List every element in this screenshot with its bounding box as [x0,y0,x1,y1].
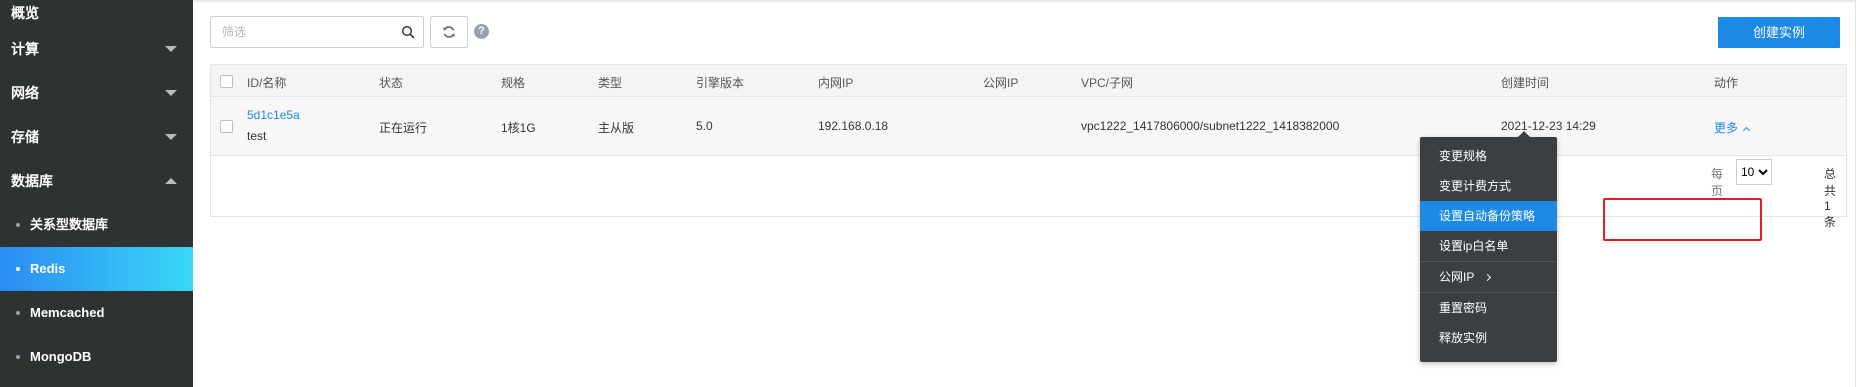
menu-item-change-spec[interactable]: 变更规格 [1420,141,1557,171]
instance-engine: 5.0 [696,119,713,133]
instance-private-ip: 192.168.0.18 [818,119,889,133]
menu-item-release-instance[interactable]: 释放实例 [1420,323,1557,353]
per-page-label: 每页 [1710,167,1723,198]
sidebar-item-storage[interactable]: 存储 [0,115,193,159]
header-spec: 规格 [501,76,526,90]
create-instance-button[interactable]: 创建实例 [1718,17,1840,48]
bullet-icon [16,267,20,271]
action-menu: 变更规格 变更计费方式 设置自动备份策略 设置ip白名单 公网IP 重置密码 释… [1420,131,1557,362]
sidebar-item-label: 概览 [11,5,39,21]
sidebar-item-database[interactable]: 数据库 [0,159,193,203]
sidebar: 概览 计算 网络 存储 数据库 关系型数据库 Redis Memcached M… [0,0,193,387]
more-actions-button[interactable]: 更多 [1714,119,1751,136]
sidebar-subitem-redis[interactable]: Redis [0,247,193,291]
sidebar-item-label: 网络 [11,85,39,101]
more-actions-label: 更多 [1714,121,1739,135]
menu-item-ip-whitelist[interactable]: 设置ip白名单 [1420,231,1557,261]
header-type: 类型 [598,76,623,90]
instance-status: 正在运行 [379,121,428,135]
sidebar-subitem-label: 关系型数据库 [30,217,109,232]
chevron-up-icon [165,178,177,184]
sidebar-subitem-label: MongoDB [30,349,92,364]
instance-table: ID/名称 状态 规格 类型 引擎版本 内网IP 公网IP VPC/子网 创建时… [210,64,1847,229]
sidebar-subitem-memcached[interactable]: Memcached [0,291,193,335]
help-icon[interactable]: ? [474,24,489,39]
header-engine: 引擎版本 [696,76,745,90]
sidebar-subitem-label: Memcached [30,305,105,320]
sidebar-subitem-relational-db[interactable]: 关系型数据库 [0,203,193,247]
refresh-icon [443,26,455,38]
sidebar-item-overview[interactable]: 概览 [0,0,193,27]
header-actions: 动作 [1714,76,1739,90]
instance-vpc: vpc1222_1417806000/subnet1222_1418382000 [1081,119,1340,133]
filter-input[interactable] [211,17,391,47]
bullet-icon [16,223,20,227]
sidebar-item-label: 计算 [11,41,39,57]
row-checkbox[interactable] [220,120,233,133]
instance-created: 2021-12-23 14:29 [1501,119,1596,133]
header-id: ID/名称 [247,76,287,90]
menu-item-reset-password[interactable]: 重置密码 [1420,293,1557,323]
sidebar-item-label: 数据库 [11,173,53,189]
refresh-button[interactable] [430,16,468,48]
menu-item-auto-backup-policy[interactable]: 设置自动备份策略 [1420,201,1557,231]
sidebar-subitem-label: Redis [30,261,66,276]
main-content: ? 创建实例 ID/名称 状态 规格 类型 引擎版本 内网IP 公网IP VPC… [193,0,1856,387]
select-all-checkbox[interactable] [220,75,233,88]
header-public-ip: 公网IP [983,76,1019,90]
instance-name: test [247,129,267,143]
header-status: 状态 [379,76,404,90]
menu-item-change-billing[interactable]: 变更计费方式 [1420,171,1557,201]
table-row: 5d1c1e5a test 正在运行 1核1G 主从版 5.0 192.168.… [211,97,1846,156]
header-private-ip: 内网IP [818,76,854,90]
sidebar-subitem-mongodb[interactable]: MongoDB [0,335,193,379]
instance-spec: 1核1G [501,121,536,135]
menu-item-public-ip[interactable]: 公网IP [1420,262,1557,292]
chevron-right-icon [1484,273,1492,282]
table-header: ID/名称 状态 规格 类型 引擎版本 内网IP 公网IP VPC/子网 创建时… [211,65,1846,97]
chevron-down-icon [165,90,177,96]
per-page-select[interactable]: 10 [1736,159,1772,185]
sidebar-item-compute[interactable]: 计算 [0,27,193,71]
sidebar-item-network[interactable]: 网络 [0,71,193,115]
bullet-icon [16,355,20,359]
instance-id-link[interactable]: 5d1c1e5a [247,108,300,122]
sidebar-item-label: 存储 [11,129,39,145]
header-vpc: VPC/子网 [1081,76,1134,90]
instance-type: 主从版 [598,121,635,135]
chevron-up-icon [1742,126,1751,135]
header-created: 创建时间 [1501,76,1550,90]
chevron-down-icon [165,134,177,140]
menu-item-label: 公网IP [1439,270,1475,284]
chevron-down-icon [165,46,177,52]
total-count: 总共 1 条 [1823,167,1836,229]
bullet-icon [16,311,20,315]
filter-box [210,16,424,48]
search-icon[interactable] [401,25,415,39]
